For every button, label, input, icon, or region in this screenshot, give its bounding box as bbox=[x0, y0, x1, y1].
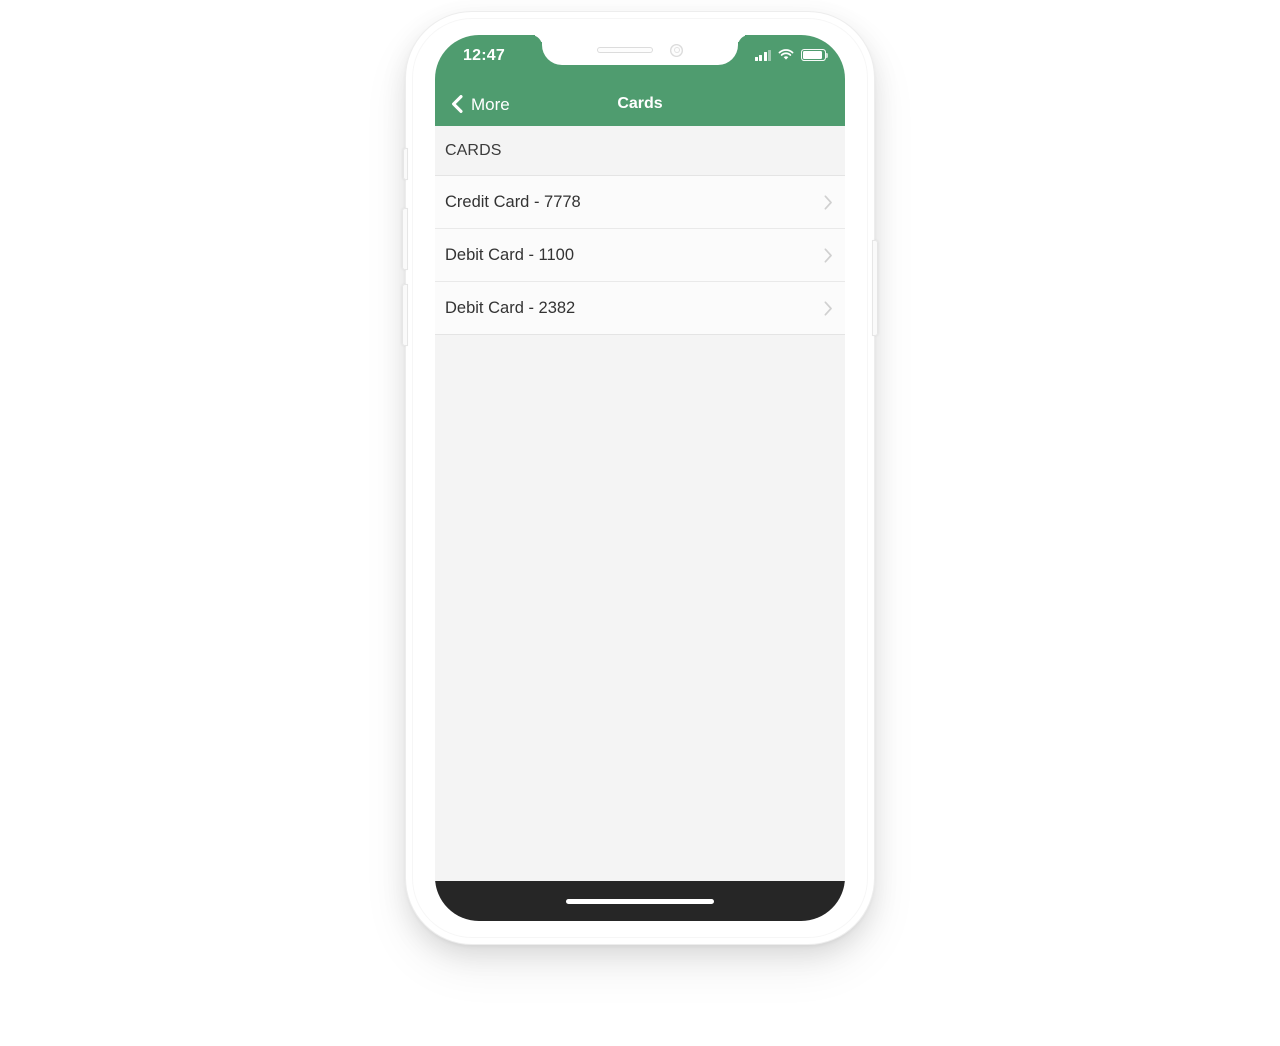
back-button-label: More bbox=[471, 94, 510, 114]
navigation-bar: More Cards bbox=[435, 82, 845, 126]
section-header-label: CARDS bbox=[445, 141, 502, 159]
chevron-left-icon bbox=[452, 95, 463, 113]
list-item[interactable]: Credit Card - 7778 bbox=[435, 176, 845, 229]
front-camera bbox=[670, 43, 683, 57]
phone-screen: 12:47 More Cards CARDS Credit Card - 777… bbox=[435, 35, 845, 921]
home-indicator[interactable] bbox=[566, 898, 714, 904]
list-item[interactable]: Debit Card - 2382 bbox=[435, 282, 845, 335]
phone-device-frame: 12:47 More Cards CARDS Credit Card - 777… bbox=[402, 12, 878, 944]
wifi-icon bbox=[778, 49, 794, 60]
volume-up-button[interactable] bbox=[402, 208, 408, 270]
silent-switch[interactable] bbox=[403, 148, 408, 180]
signal-bars-icon bbox=[754, 49, 771, 61]
list-item-label: Debit Card - 2382 bbox=[445, 298, 576, 317]
home-bar-area bbox=[435, 881, 845, 921]
content-area: CARDS Credit Card - 7778 Debit Card - 11… bbox=[435, 126, 845, 921]
list-item-label: Credit Card - 7778 bbox=[445, 192, 581, 211]
power-button[interactable] bbox=[872, 240, 878, 336]
display-notch bbox=[542, 35, 738, 65]
status-bar-icons bbox=[754, 49, 829, 61]
volume-down-button[interactable] bbox=[402, 284, 408, 346]
cards-list: Credit Card - 7778 Debit Card - 1100 Deb… bbox=[435, 176, 845, 335]
chevron-right-icon bbox=[824, 194, 832, 210]
battery-icon bbox=[801, 49, 829, 61]
list-item-label: Debit Card - 1100 bbox=[445, 245, 575, 264]
chevron-right-icon bbox=[824, 300, 832, 316]
status-bar: 12:47 bbox=[435, 35, 845, 82]
list-item[interactable]: Debit Card - 1100 bbox=[435, 229, 845, 282]
back-button[interactable]: More bbox=[447, 93, 514, 115]
screenshot-canvas: 12:47 More Cards CARDS Credit Card - 777… bbox=[0, 0, 1280, 1046]
status-bar-time: 12:47 bbox=[463, 47, 505, 64]
chevron-right-icon bbox=[824, 247, 832, 263]
section-header-cards: CARDS bbox=[435, 126, 845, 176]
earpiece-speaker bbox=[597, 47, 653, 53]
